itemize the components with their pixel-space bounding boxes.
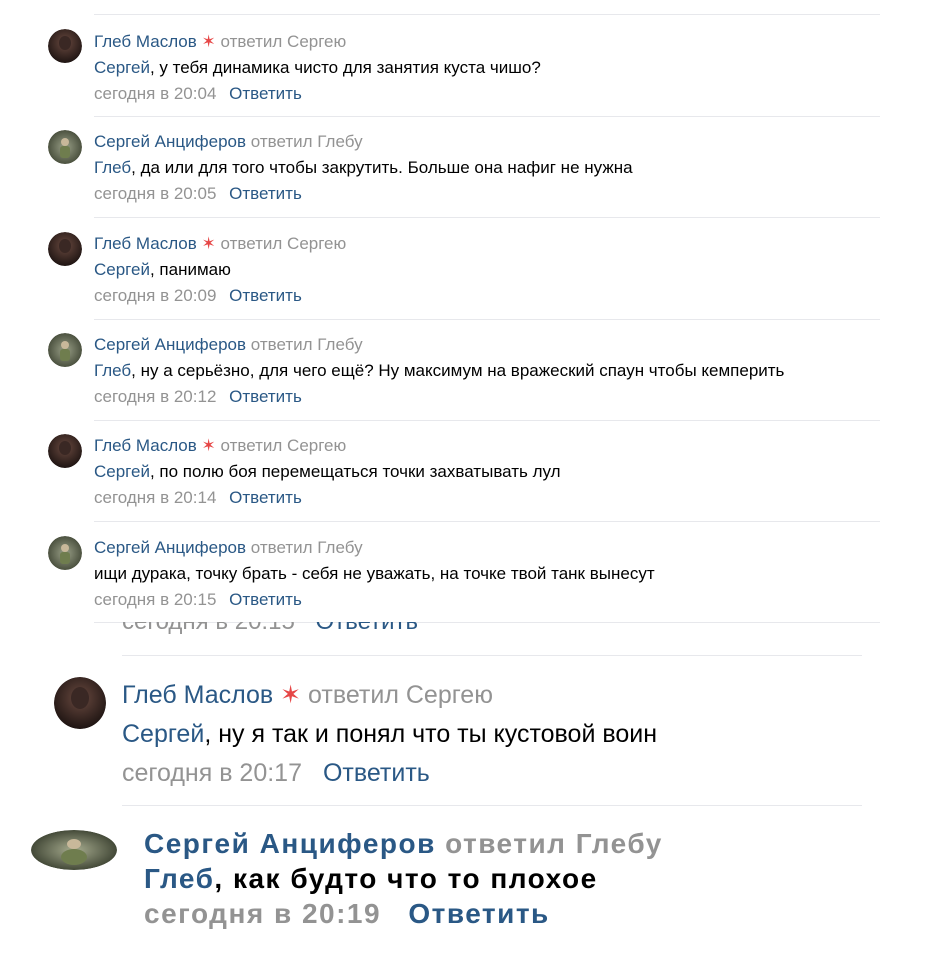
comment-text: , как будто что то плохое [214, 863, 598, 894]
comment-date[interactable]: сегодня в 20:05 [94, 184, 216, 203]
replied-to[interactable]: ответил Глебу [251, 538, 363, 557]
avatar[interactable] [48, 29, 82, 63]
comment-date[interactable]: сегодня в 20:14 [94, 488, 216, 507]
author-link[interactable]: Глеб Маслов [122, 681, 273, 709]
replied-to[interactable]: ответил Глебу [251, 335, 363, 354]
comment-text: , ну я так и понял что ты кустовой воин [204, 720, 658, 748]
comment-date[interactable]: сегодня в 20:17 [122, 759, 302, 787]
comment-text: , ну а серьёзно, для чего ещё? Ну максим… [131, 361, 785, 380]
reply-button[interactable]: Ответить [229, 590, 302, 609]
reply-button[interactable]: Ответить [229, 84, 302, 103]
author-link[interactable]: Глеб Маслов [94, 32, 197, 51]
avatar[interactable] [48, 130, 82, 164]
divider [94, 116, 880, 117]
replied-to[interactable]: ответил Сергею [221, 234, 347, 253]
reply-button[interactable]: Ответить [229, 184, 302, 203]
comment-date: сегодня в 20:15 [122, 622, 295, 635]
mention-link[interactable]: Сергей [94, 58, 150, 77]
comment-date[interactable]: сегодня в 20:15 [94, 590, 216, 609]
divider [94, 420, 880, 421]
star-icon: ✶ [201, 234, 216, 253]
replied-to[interactable]: ответил Сергею [221, 436, 347, 455]
divider [94, 14, 880, 15]
replied-to[interactable]: ответил Глебу [445, 828, 663, 859]
comment-text: , у тебя динамика чисто для занятия куст… [149, 58, 541, 77]
replied-to[interactable]: ответил Сергею [221, 32, 347, 51]
author-link[interactable]: Глеб Маслов [94, 436, 197, 455]
divider [122, 805, 862, 806]
mention-link[interactable]: Сергей [94, 462, 150, 481]
divider [94, 217, 880, 218]
comment-text: , да или для того чтобы закрутить. Больш… [131, 158, 633, 177]
replied-to[interactable]: ответил Сергею [308, 681, 493, 709]
author-link[interactable]: Глеб Маслов [94, 234, 197, 253]
reply-button[interactable]: Ответить [408, 898, 549, 929]
star-icon: ✶ [201, 32, 216, 51]
reply-button: Ответить [315, 622, 418, 635]
star-icon: ✶ [280, 681, 302, 709]
clipped-meta-row: сегодня в 20:15 Ответить [122, 622, 862, 636]
mention-link[interactable]: Глеб [144, 863, 214, 894]
replied-to[interactable]: ответил Глебу [251, 132, 363, 151]
avatar[interactable] [48, 434, 82, 468]
mention-link[interactable]: Глеб [94, 158, 131, 177]
avatar[interactable] [48, 232, 82, 266]
comment-date[interactable]: сегодня в 20:19 [144, 898, 381, 929]
divider [94, 319, 880, 320]
mention-link[interactable]: Сергей [94, 260, 150, 279]
comment-thread: Глеб Маслов ✶ ответил Сергею Сергей, у т… [0, 0, 950, 973]
avatar[interactable] [48, 536, 82, 570]
comment-date[interactable]: сегодня в 20:04 [94, 84, 216, 103]
avatar[interactable] [48, 333, 82, 367]
reply-button[interactable]: Ответить [229, 488, 302, 507]
author-link[interactable]: Сергей Анциферов [94, 132, 246, 151]
author-link[interactable]: Сергей Анциферов [94, 538, 246, 557]
mention-link[interactable]: Сергей [122, 720, 204, 748]
divider [94, 521, 880, 522]
comment-date[interactable]: сегодня в 20:12 [94, 387, 216, 406]
reply-button[interactable]: Ответить [229, 286, 302, 305]
reply-button[interactable]: Ответить [323, 759, 430, 787]
mention-link[interactable]: Глеб [94, 361, 131, 380]
avatar[interactable] [54, 677, 106, 729]
author-link[interactable]: Сергей Анциферов [94, 335, 246, 354]
divider [122, 655, 862, 656]
avatar[interactable] [31, 830, 117, 870]
comment-text: ищи дурака, точку брать - себя не уважат… [94, 564, 655, 583]
comment-text: , панимаю [149, 260, 231, 279]
reply-button[interactable]: Ответить [229, 387, 302, 406]
star-icon: ✶ [201, 436, 216, 455]
comment-date[interactable]: сегодня в 20:09 [94, 286, 216, 305]
comment-text: , по полю боя перемещаться точки захваты… [149, 462, 561, 481]
author-link[interactable]: Сергей Анциферов [144, 828, 436, 859]
